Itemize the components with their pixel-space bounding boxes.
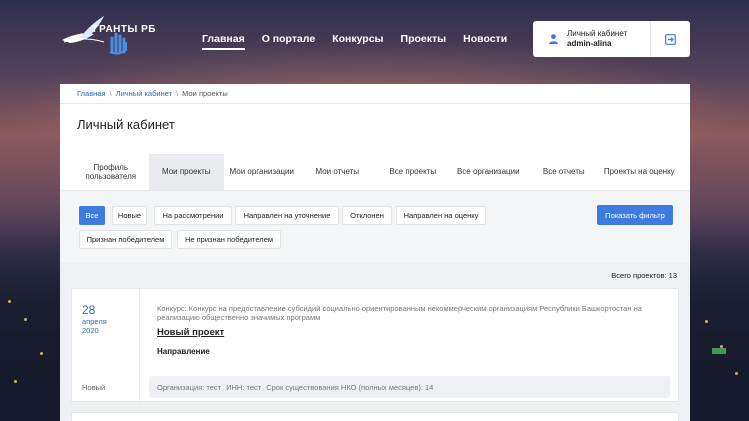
breadcrumb-separator: \ [176, 89, 179, 98]
nav-item-about[interactable]: О портале [262, 33, 315, 50]
main-nav: Главная О портале Конкурсы Проекты Новос… [202, 33, 507, 50]
city-light [40, 352, 43, 355]
projects-list: Всего проектов: 13 28 апреля 2020 Новый … [60, 262, 690, 421]
tab-my-projects[interactable]: Мои проекты [148, 154, 224, 190]
total-projects-count: 13 [668, 271, 677, 280]
show-filter-button[interactable]: Показать фильтр [597, 205, 673, 225]
account-label: Личный кабинет [567, 29, 628, 38]
breadcrumb-account[interactable]: Личный кабинет [116, 89, 172, 98]
breadcrumb: Главная \ Личный кабинет \ Мои проекты [77, 89, 228, 98]
tab-all-organizations[interactable]: Все организации [451, 154, 527, 190]
account-panel: Личный кабинет admin-alina [533, 21, 690, 57]
filter-new-button[interactable]: Новые [112, 206, 147, 225]
project-direction: Направление [157, 347, 210, 356]
project-inn: ИНН: тест [226, 382, 262, 392]
city-light [8, 300, 11, 303]
total-projects-label: Всего проектов: [611, 271, 667, 280]
nav-item-home[interactable]: Главная [202, 33, 245, 50]
filter-bar: Все Новые На рассмотрении Направлен на у… [60, 190, 690, 262]
project-term: Срок существования НКО (полных месяцев):… [266, 382, 434, 392]
logo-text: ГРАНТЫ РБ [93, 24, 156, 35]
project-card [71, 412, 679, 421]
tab-my-reports[interactable]: Мои отчеты [300, 154, 376, 190]
filter-all-button[interactable]: Все [79, 206, 105, 225]
filter-under-review-button[interactable]: На рассмотрении [154, 206, 232, 225]
user-icon [549, 34, 558, 44]
logout-icon [665, 33, 676, 45]
tab-profile[interactable]: Профиль пользователя [73, 154, 149, 190]
city-green-light [712, 348, 726, 354]
tab-projects-for-evaluation[interactable]: Проекты на оценку [602, 154, 678, 190]
filter-rejected-button[interactable]: Отклонен [342, 206, 392, 225]
breadcrumb-divider [60, 103, 690, 104]
city-light [14, 380, 17, 383]
project-status: Новый [82, 383, 106, 392]
filter-winner-button[interactable]: Признан победителем [79, 230, 172, 249]
account-text: Личный кабинет admin-alina [567, 29, 627, 49]
account-login: admin-alina [567, 39, 612, 48]
city-light [705, 320, 708, 323]
account-link[interactable]: Личный кабинет admin-alina [533, 21, 651, 57]
project-day: 28 [82, 303, 96, 317]
filter-not-winner-button[interactable]: Не признан победителем [177, 230, 281, 249]
account-tabs: Профиль пользователя Мои проекты Мои орг… [73, 154, 677, 190]
city-light [735, 372, 738, 375]
project-year: 2020 [82, 326, 99, 335]
nav-item-news[interactable]: Новости [463, 33, 507, 50]
breadcrumb-home[interactable]: Главная [77, 89, 106, 98]
logout-button[interactable] [651, 21, 690, 57]
project-contest: Конкурс: Конкурс на предоставление субси… [157, 304, 642, 322]
filter-clarification-button[interactable]: Направлен на уточнение [235, 206, 339, 225]
tab-my-organizations[interactable]: Мои организации [224, 154, 300, 190]
nav-item-projects[interactable]: Проекты [401, 33, 447, 50]
tab-all-projects[interactable]: Все проекты [375, 154, 451, 190]
main-card: Главная \ Личный кабинет \ Мои проекты Личны… [60, 84, 690, 421]
breadcrumb-current: Мои проекты [182, 89, 228, 98]
project-card: 28 апреля 2020 Новый Конкурс: Конкурс на… [71, 288, 679, 402]
project-date: 28 апреля 2020 Новый [72, 289, 140, 401]
tab-all-reports[interactable]: Все отчеты [526, 154, 602, 190]
project-title-link[interactable]: Новый проект [157, 327, 224, 338]
page-title: Личный кабинет [77, 117, 175, 132]
project-month: апреля [82, 317, 107, 326]
project-organization: Организация: тест [157, 382, 222, 392]
filter-evaluation-button[interactable]: Направлен на оценку [396, 206, 486, 225]
nav-item-contests[interactable]: Конкурсы [332, 33, 383, 50]
city-light [24, 318, 27, 321]
project-info-bar: Организация: тест ИНН: тест Срок существ… [149, 376, 670, 398]
total-projects: Всего проектов: 13 [611, 271, 677, 280]
breadcrumb-separator: \ [109, 89, 112, 98]
